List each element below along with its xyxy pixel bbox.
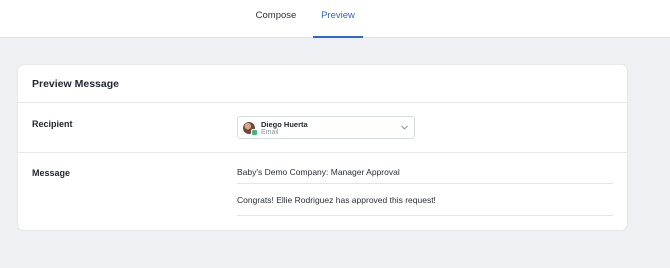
preview-message-card: Preview Message Recipient Diego Huerta E…	[18, 65, 627, 230]
message-body: Congrats! Ellie Rodriguez has approved t…	[237, 195, 436, 205]
recipient-channel: Email	[261, 129, 279, 136]
tab-preview-label: Preview	[321, 10, 355, 21]
chevron-down-icon	[401, 125, 408, 130]
recipient-name: Diego Huerta	[261, 120, 308, 129]
top-tab-bar: Compose Preview	[0, 0, 670, 38]
message-subject: Baby's Demo Company: Manager Approval	[237, 167, 400, 177]
recipient-label: Recipient	[32, 119, 73, 129]
contact-badge-icon	[251, 129, 258, 136]
tab-compose[interactable]: Compose	[252, 0, 300, 38]
message-divider	[237, 215, 613, 216]
divider	[18, 102, 627, 103]
recipient-select[interactable]: Diego Huerta Email	[237, 116, 415, 139]
tab-compose-label: Compose	[255, 10, 297, 21]
message-label: Message	[32, 168, 71, 178]
message-divider	[237, 183, 613, 184]
divider	[18, 152, 627, 153]
card-title: Preview Message	[32, 78, 119, 90]
tab-preview[interactable]: Preview	[313, 0, 363, 38]
